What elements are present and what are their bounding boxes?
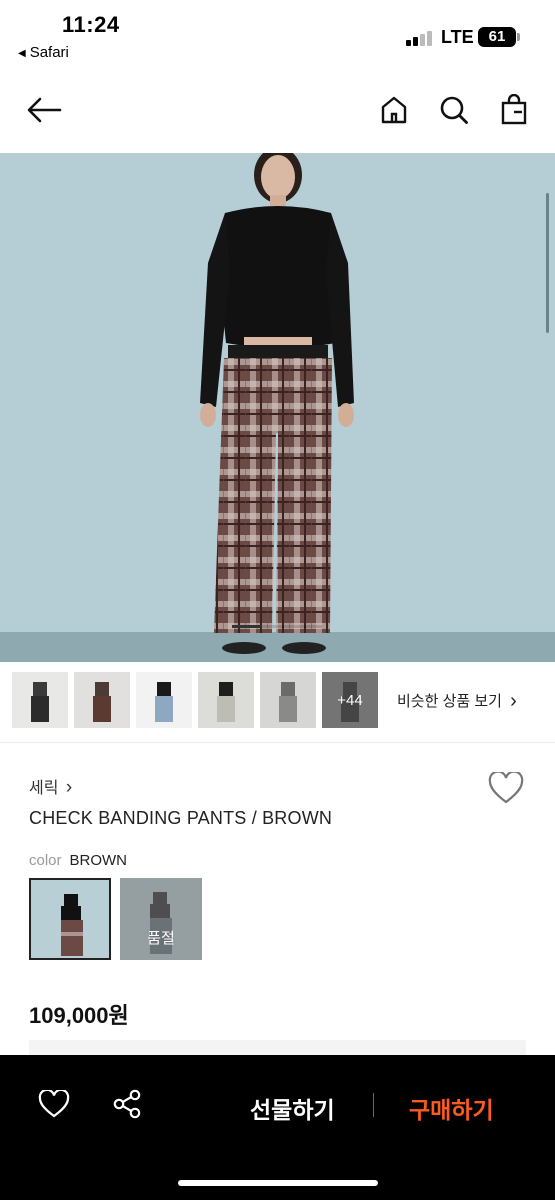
model-figure bbox=[200, 153, 354, 654]
color-swatch-soldout[interactable]: 품절 bbox=[120, 878, 202, 960]
status-bar: 11:24 ◀ Safari LTE 61 bbox=[0, 0, 555, 72]
thumbnail-item[interactable] bbox=[198, 672, 254, 728]
network-type: LTE bbox=[441, 27, 474, 47]
thumbnail-item[interactable] bbox=[74, 672, 130, 728]
thumbnail-image bbox=[198, 672, 254, 728]
heart-outline-icon[interactable] bbox=[37, 1087, 71, 1121]
similar-products-label: 비슷한 상품 보기 bbox=[397, 693, 502, 710]
thumbnail-item[interactable] bbox=[12, 672, 68, 728]
more-count: +44 bbox=[322, 672, 378, 728]
thumbnail-image bbox=[260, 672, 316, 728]
buy-button[interactable]: 구매하기 bbox=[409, 1091, 494, 1125]
thumbnail-item[interactable] bbox=[136, 672, 192, 728]
status-time: 11:24 bbox=[62, 12, 120, 37]
home-indicator bbox=[178, 1180, 378, 1186]
home-icon[interactable] bbox=[376, 92, 412, 128]
sold-out-label: 품절 bbox=[120, 878, 202, 960]
share-icon[interactable] bbox=[110, 1087, 144, 1121]
section-divider bbox=[0, 742, 555, 743]
battery-icon: 61 bbox=[478, 27, 516, 47]
brand-name: 세릭 bbox=[29, 780, 59, 797]
thumbnail-more[interactable]: +44 bbox=[322, 672, 378, 728]
product-name: CHECK BANDING PANTS / BROWN bbox=[29, 808, 333, 828]
thumbnail-item[interactable] bbox=[260, 672, 316, 728]
back-app-label: Safari bbox=[29, 44, 69, 61]
back-arrow-icon[interactable] bbox=[26, 92, 62, 128]
thumbnail-image bbox=[74, 672, 130, 728]
battery-tip bbox=[517, 33, 520, 41]
back-triangle-icon: ◀ bbox=[18, 48, 26, 59]
swatch-image bbox=[31, 880, 109, 958]
thumbnail-image bbox=[136, 672, 192, 728]
back-to-app-link[interactable]: ◀ Safari bbox=[18, 44, 69, 61]
button-separator bbox=[373, 1093, 374, 1117]
shopping-bag-icon[interactable] bbox=[496, 92, 532, 128]
top-navigation bbox=[0, 80, 555, 140]
similar-products-link[interactable]: 비슷한 상품 보기 › bbox=[397, 690, 517, 713]
product-price: 109,000원 bbox=[29, 1003, 129, 1028]
bottom-action-bar: 선물하기 구매하기 bbox=[0, 1055, 555, 1200]
search-icon[interactable] bbox=[436, 92, 472, 128]
signal-icon bbox=[406, 30, 434, 46]
wishlist-heart-icon[interactable] bbox=[488, 770, 524, 806]
scroll-indicator bbox=[546, 193, 549, 333]
color-swatch-brown[interactable] bbox=[29, 878, 111, 960]
chevron-right-icon: › bbox=[510, 690, 517, 712]
image-pager bbox=[232, 625, 322, 628]
color-value: BROWN bbox=[69, 852, 128, 869]
thumbnail-image bbox=[12, 672, 68, 728]
gift-button[interactable]: 선물하기 bbox=[250, 1091, 335, 1125]
color-info: color BROWN bbox=[29, 852, 127, 869]
color-label: color bbox=[29, 852, 62, 869]
brand-link[interactable]: 세릭 › bbox=[29, 774, 72, 799]
chevron-right-icon: › bbox=[65, 777, 73, 798]
product-hero-image[interactable] bbox=[0, 153, 555, 662]
thumbnail-strip: +44 비슷한 상품 보기 › bbox=[12, 672, 547, 730]
